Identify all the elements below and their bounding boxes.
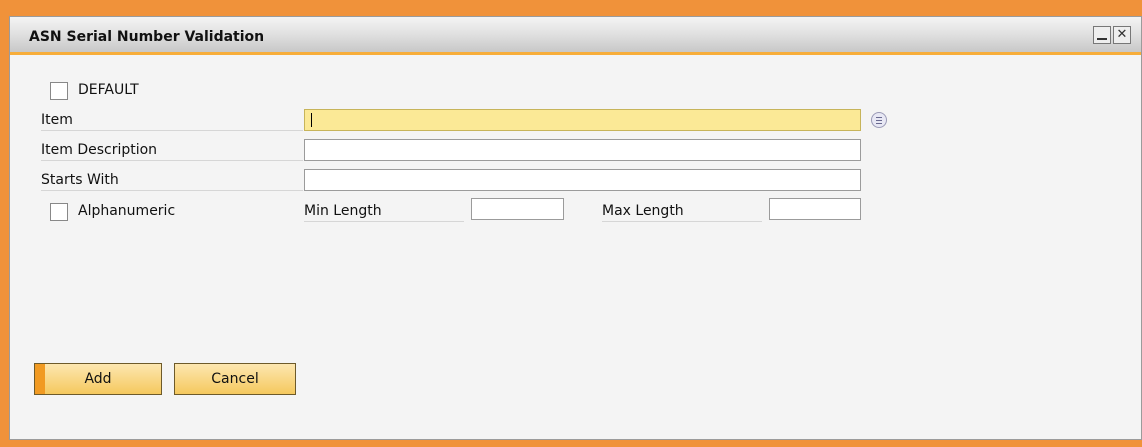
max-length-input[interactable] bbox=[769, 198, 861, 220]
item-label: Item bbox=[41, 109, 303, 131]
item-description-label: Item Description bbox=[41, 139, 303, 161]
starts-with-input[interactable] bbox=[304, 169, 861, 191]
close-icon[interactable]: ✕ bbox=[1113, 26, 1131, 44]
choose-from-list-icon[interactable] bbox=[871, 112, 887, 128]
min-length-input[interactable] bbox=[471, 198, 564, 220]
min-length-label: Min Length bbox=[304, 200, 464, 222]
default-checkbox-label: DEFAULT bbox=[78, 82, 139, 98]
cancel-button-label: Cancel bbox=[211, 371, 259, 387]
alphanumeric-label: Alphanumeric bbox=[78, 203, 176, 219]
max-length-label: Max Length bbox=[602, 200, 762, 222]
add-button-label: Add bbox=[84, 371, 112, 387]
add-button[interactable]: Add bbox=[34, 363, 162, 395]
dialog-window: ASN Serial Number Validation ✕ DEFAULT I… bbox=[9, 16, 1142, 440]
default-checkbox[interactable] bbox=[50, 82, 68, 100]
item-input[interactable] bbox=[304, 109, 861, 131]
text-caret bbox=[311, 113, 312, 127]
alphanumeric-checkbox[interactable] bbox=[50, 203, 68, 221]
starts-with-label: Starts With bbox=[41, 169, 303, 191]
title-bar[interactable]: ASN Serial Number Validation ✕ bbox=[10, 17, 1141, 55]
window-title: ASN Serial Number Validation bbox=[29, 29, 265, 45]
item-description-input[interactable] bbox=[304, 139, 861, 161]
minimize-icon[interactable] bbox=[1093, 26, 1111, 44]
cancel-button[interactable]: Cancel bbox=[174, 363, 296, 395]
